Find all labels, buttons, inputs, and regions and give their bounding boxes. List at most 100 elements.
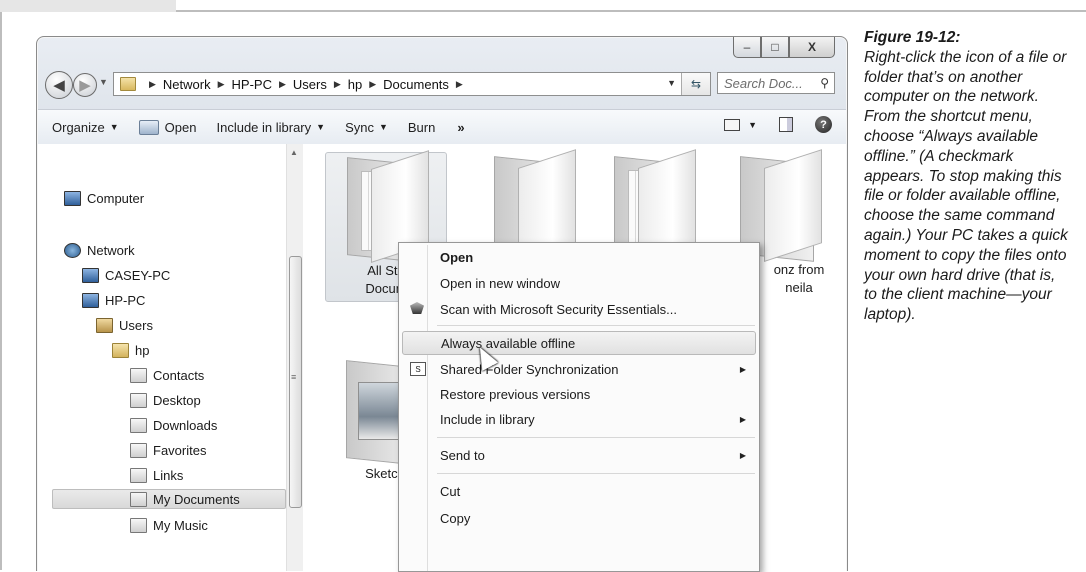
- chevron-down-icon: ▼: [378, 122, 388, 132]
- documents-icon: [130, 491, 147, 507]
- menu-item-always-available-offline[interactable]: Always available offline: [402, 331, 756, 355]
- search-input[interactable]: Search Doc... ⚲: [717, 72, 835, 94]
- menu-separator: [437, 473, 755, 474]
- submenu-arrow-icon: ▶: [739, 364, 746, 374]
- nav-item-my-documents[interactable]: My Documents: [52, 489, 286, 509]
- menu-item-open[interactable]: Open: [402, 245, 756, 269]
- menu-item-restore-previous-versions[interactable]: Restore previous versions: [402, 382, 756, 406]
- menu-item-open-new-window[interactable]: Open in new window: [402, 271, 756, 295]
- breadcrumb-users[interactable]: Users: [293, 77, 327, 92]
- nav-item-desktop[interactable]: Desktop: [130, 390, 201, 410]
- open-button[interactable]: Open: [138, 119, 196, 135]
- sync-menu[interactable]: Sync ▼: [345, 120, 388, 135]
- menu-item-scan[interactable]: Scan with Microsoft Security Essentials.…: [402, 297, 756, 321]
- recent-pages-dropdown[interactable]: ▼: [99, 77, 108, 87]
- chevron-down-icon: ▼: [109, 122, 119, 132]
- nav-item-hp-pc[interactable]: HP-PC: [82, 290, 145, 310]
- computer-icon: [82, 267, 99, 283]
- folder-icon: [112, 342, 129, 358]
- menu-label: Scan with Microsoft Security Essentials.…: [440, 301, 677, 317]
- favorites-icon: [130, 442, 147, 458]
- breadcrumb-documents[interactable]: Documents: [383, 77, 449, 92]
- desktop-icon: [130, 392, 147, 408]
- view-controls: ▼ ?: [724, 116, 832, 133]
- search-placeholder: Search Doc...: [724, 75, 803, 91]
- nav-item-casey-pc[interactable]: CASEY-PC: [82, 265, 170, 285]
- nav-label: My Documents: [153, 491, 240, 507]
- burn-button[interactable]: Burn: [408, 120, 435, 135]
- folder-icon: [120, 77, 136, 91]
- forward-button[interactable]: ▶: [73, 73, 97, 97]
- chevron-down-icon: ▼: [316, 122, 326, 132]
- network-icon: [64, 242, 81, 258]
- nav-label: Favorites: [153, 442, 207, 458]
- navigation-bar: ◀ ▶ ▼ ▶ Network ▶ HP-PC ▶ Users ▶ hp ▶ D…: [43, 69, 839, 99]
- chevron-right-icon[interactable]: ▶: [218, 79, 225, 90]
- window-controls: – □ X: [733, 37, 835, 59]
- context-menu: Open Open in new window Scan with Micros…: [398, 242, 760, 572]
- figure-number: Figure 19-12:: [864, 29, 961, 46]
- nav-label: Computer: [87, 190, 145, 206]
- menu-item-shared-folder-sync[interactable]: S Shared Folder Synchronization ▶: [402, 357, 756, 381]
- open-folder-icon: [138, 119, 159, 135]
- chevron-right-icon[interactable]: ▶: [279, 79, 286, 90]
- links-icon: [130, 467, 147, 483]
- submenu-arrow-icon: ▶: [739, 414, 746, 424]
- minimize-button[interactable]: –: [733, 37, 761, 58]
- change-view-icon[interactable]: [724, 118, 741, 131]
- nav-item-hp[interactable]: hp: [112, 340, 149, 360]
- page-frame-left: [0, 12, 2, 570]
- address-bar[interactable]: ▶ Network ▶ HP-PC ▶ Users ▶ hp ▶ Documen…: [113, 72, 711, 96]
- users-folder-icon: [96, 317, 113, 333]
- burn-label: Burn: [407, 119, 436, 135]
- page-frame-top: [176, 10, 1086, 12]
- breadcrumb-hp-pc[interactable]: HP-PC: [232, 77, 272, 92]
- scroll-up-icon[interactable]: ▲: [290, 148, 298, 157]
- nav-item-computer[interactable]: Computer: [64, 188, 144, 208]
- chevron-right-icon[interactable]: ▶: [369, 79, 376, 90]
- chevron-right-icon[interactable]: ▶: [456, 79, 463, 90]
- maximize-button[interactable]: □: [761, 37, 789, 58]
- nav-label: Users: [119, 317, 153, 333]
- close-button[interactable]: X: [789, 37, 835, 58]
- menu-item-cut[interactable]: Cut: [402, 479, 756, 503]
- nav-item-contacts[interactable]: Contacts: [130, 365, 204, 385]
- security-shield-icon: [410, 302, 424, 314]
- nav-item-network[interactable]: Network: [64, 240, 135, 260]
- search-icon[interactable]: ⚲: [820, 76, 829, 90]
- nav-item-downloads[interactable]: Downloads: [130, 415, 217, 435]
- scrollbar-thumb[interactable]: [289, 256, 302, 508]
- nav-item-users[interactable]: Users: [96, 315, 153, 335]
- breadcrumb-network[interactable]: Network: [163, 77, 211, 92]
- address-dropdown-icon[interactable]: ▼: [667, 78, 676, 88]
- caption-text: Right-click the icon of a file or folder…: [864, 48, 1068, 324]
- nav-pane-scrollbar[interactable]: ▲ ≡: [286, 144, 303, 571]
- nav-item-favorites[interactable]: Favorites: [130, 440, 206, 460]
- computer-icon: [64, 190, 81, 206]
- organize-menu[interactable]: Organize ▼: [52, 120, 119, 135]
- refresh-button[interactable]: ⇆: [681, 73, 710, 95]
- chevron-right-icon[interactable]: ▶: [149, 79, 156, 90]
- nav-item-links[interactable]: Links: [130, 465, 183, 485]
- chevron-right-icon[interactable]: ▶: [334, 79, 341, 90]
- computer-icon: [82, 292, 99, 308]
- refresh-icon: ⇆: [690, 77, 702, 91]
- menu-item-include-in-library[interactable]: Include in library ▶: [402, 407, 756, 431]
- menu-separator: [437, 437, 755, 438]
- back-arrow-icon: ◀: [53, 77, 65, 94]
- help-icon[interactable]: ?: [815, 116, 832, 133]
- scroll-grip-icon: ≡: [291, 372, 297, 382]
- preview-pane-icon[interactable]: [779, 117, 793, 132]
- include-in-library-menu[interactable]: Include in library ▼: [216, 120, 325, 135]
- breadcrumb-hp[interactable]: hp: [348, 77, 362, 92]
- chevron-down-icon[interactable]: ▼: [748, 120, 757, 130]
- organize-label: Organize: [52, 119, 105, 135]
- nav-label: Desktop: [153, 392, 201, 408]
- menu-item-copy[interactable]: Copy: [402, 506, 756, 530]
- nav-item-my-music[interactable]: My Music: [130, 515, 208, 535]
- figure-caption: Figure 19-12: Right-click the icon of a …: [864, 28, 1069, 325]
- menu-item-send-to[interactable]: Send to ▶: [402, 443, 756, 467]
- back-button[interactable]: ◀: [45, 71, 73, 99]
- menu-separator: [437, 325, 755, 326]
- more-commands-button[interactable]: »: [457, 120, 464, 135]
